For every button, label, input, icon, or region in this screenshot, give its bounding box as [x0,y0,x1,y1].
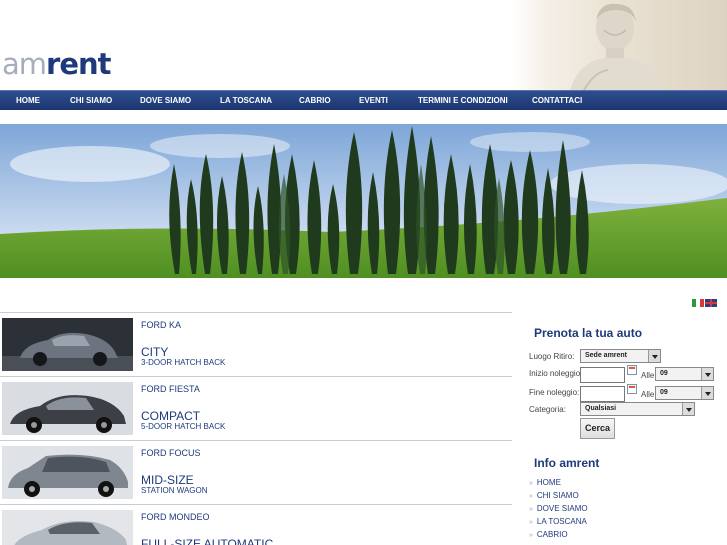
car-category[interactable]: COMPACT [141,409,200,423]
category-select[interactable]: Qualsiasi [580,402,695,416]
car-item-ford-ka[interactable]: FORD KA CITY 3-DOOR HATCH BACK [0,312,512,376]
header: amrent [0,0,727,90]
car-model[interactable]: FORD FOCUS [141,448,201,458]
info-link-cabrio[interactable]: CABRIO [529,528,588,541]
flag-uk-icon[interactable] [705,299,717,307]
search-button[interactable]: Cerca [580,418,616,439]
category-select-value: Qualsiasi [585,405,617,412]
nav-contattaci[interactable]: CONTATTACI [532,91,582,110]
start-hour-value: 09 [660,370,668,377]
dropdown-arrow-icon[interactable] [701,368,713,380]
logo-part-rent: rent [46,47,111,81]
car-photo-ford-focus[interactable] [2,446,133,499]
end-hour-label: Alle [641,390,655,399]
car-list: FORD KA CITY 3-DOOR HATCH BACK FORD FIES… [0,312,512,545]
car-body-type: 5-DOOR HATCH BACK [141,422,226,431]
statue-image [570,3,664,90]
calendar-icon[interactable] [627,365,637,375]
flag-italy-icon[interactable] [692,299,704,307]
start-hour-label: Alle [641,371,655,380]
car-model[interactable]: FORD FIESTA [141,384,200,394]
language-flags [692,299,718,317]
car-model[interactable]: FORD MONDEO [141,512,210,522]
start-hour-select[interactable]: 09 [655,367,714,381]
calendar-icon[interactable] [627,384,637,394]
tuscany-cypress-banner [0,124,727,278]
nav-termini-e-condizioni[interactable]: TERMINI E CONDIZIONI [418,91,508,110]
dropdown-arrow-icon[interactable] [682,403,694,415]
info-title: Info amrent [534,456,600,470]
car-category[interactable]: CITY [141,345,168,359]
car-photo-ford-fiesta[interactable] [2,382,133,435]
info-link-chi-siamo[interactable]: CHI SIAMO [529,489,588,502]
nav-dove-siamo[interactable]: DOVE SIAMO [140,91,191,110]
info-link-dove-siamo[interactable]: DOVE SIAMO [529,502,588,515]
start-date-label: Inizio noleggio: [529,369,583,378]
car-category[interactable]: FULL-SIZE AUTOMATIC [141,537,273,545]
end-date-input[interactable] [580,386,625,402]
nav-la-toscana[interactable]: LA TOSCANA [220,91,272,110]
car-model[interactable]: FORD KA [141,320,181,330]
car-category[interactable]: MID-SIZE [141,473,194,487]
info-link-la-toscana[interactable]: LA TOSCANA [529,515,588,528]
end-date-label: Fine noleggio: [529,388,580,397]
category-label: Categoria: [529,405,566,414]
nav-eventi[interactable]: EVENTI [359,91,388,110]
car-item-ford-mondeo[interactable]: FORD MONDEO FULL-SIZE AUTOMATIC [0,504,512,545]
nav-home[interactable]: HOME [16,91,40,110]
end-hour-select[interactable]: 09 [655,386,714,400]
nav-cabrio[interactable]: CABRIO [299,91,331,110]
amrent-logo[interactable]: amrent [2,47,112,81]
booking-title: Prenota la tua auto [534,326,643,340]
dropdown-arrow-icon[interactable] [648,350,660,362]
car-photo-ford-ka[interactable] [2,318,133,371]
car-item-ford-focus[interactable]: FORD FOCUS MID-SIZE STATION WAGON [0,440,512,504]
dropdown-arrow-icon[interactable] [701,387,713,399]
pickup-label: Luogo Ritiro: [529,352,575,361]
car-body-type: STATION WAGON [141,486,208,495]
main-nav: HOME CHI SIAMO DOVE SIAMO LA TOSCANA CAB… [0,90,727,110]
pickup-select[interactable]: Sede amrent [580,349,661,363]
logo-part-am: am [2,47,47,81]
info-link-home[interactable]: HOME [529,476,588,489]
start-date-input[interactable] [580,367,625,383]
car-item-ford-fiesta[interactable]: FORD FIESTA COMPACT 5-DOOR HATCH BACK [0,376,512,440]
info-links: HOME CHI SIAMO DOVE SIAMO LA TOSCANA CAB… [529,476,588,541]
end-hour-value: 09 [660,389,668,396]
nav-chi-siamo[interactable]: CHI SIAMO [70,91,112,110]
car-body-type: 3-DOOR HATCH BACK [141,358,226,367]
pickup-select-value: Sede amrent [585,352,628,359]
car-photo-ford-mondeo[interactable] [2,510,133,545]
